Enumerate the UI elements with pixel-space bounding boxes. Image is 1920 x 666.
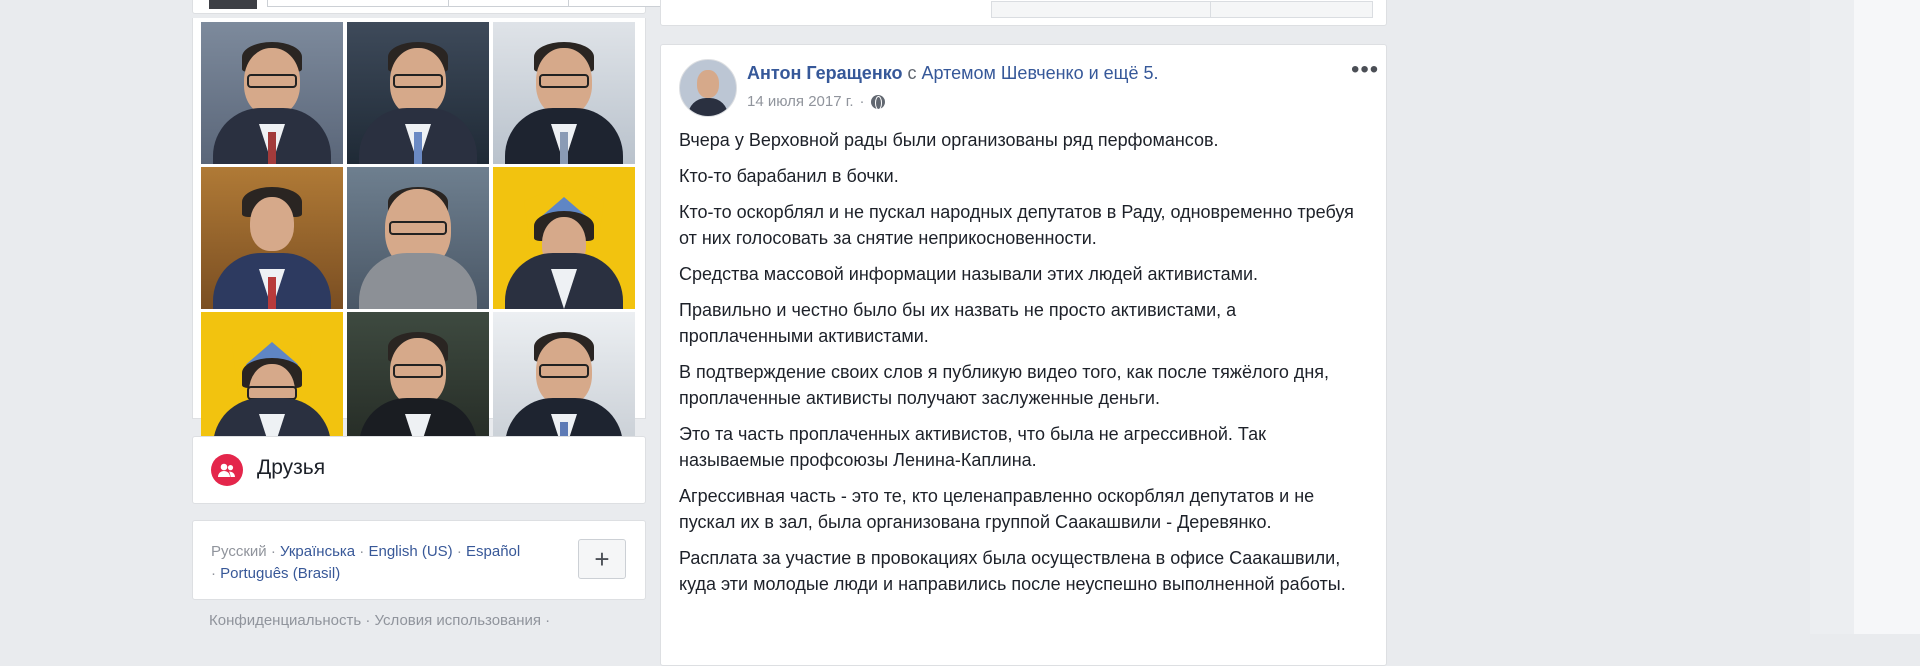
right-gutter [1810, 0, 1920, 634]
top-thumbnail [209, 0, 257, 9]
language-card: Русский · Українська · English (US) · Es… [192, 520, 646, 600]
post-meta: 14 июля 2017 г. · [747, 93, 885, 110]
post-paragraph: Кто-то оскорблял и не пускал народных де… [679, 202, 1354, 248]
lang-link-ukrainian[interactable]: Українська [280, 543, 355, 560]
privacy-link[interactable]: Конфиденциальность [209, 612, 361, 629]
friends-card[interactable]: Друзья [192, 436, 646, 504]
photo-thumbnail[interactable] [493, 167, 635, 309]
photo-thumbnail[interactable] [493, 22, 635, 164]
avatar[interactable] [679, 59, 737, 117]
post-card: Антон Геращенко с Артемом Шевченко и ещё… [660, 44, 1387, 666]
photo-thumbnail[interactable] [347, 22, 489, 164]
language-list: Русский · Українська · English (US) · Es… [211, 543, 521, 582]
top-card-partial [192, 0, 841, 14]
tagged-friends-link[interactable]: Артемом Шевченко и ещё 5. [922, 63, 1159, 83]
lang-link-english[interactable]: English (US) [368, 543, 452, 560]
post-body: Вчера у Верховной рады были организованы… [679, 127, 1369, 607]
globe-icon [870, 94, 885, 110]
post-paragraph: Средства массовой информации называли эт… [679, 264, 1259, 284]
photos-card [192, 18, 646, 454]
lang-link-spanish[interactable]: Español [466, 543, 520, 560]
photo-thumbnail[interactable] [493, 312, 635, 454]
photo-thumbnail[interactable] [201, 312, 343, 454]
post-paragraph: Это та часть проплаченных активистов, чт… [679, 424, 1266, 470]
with-label: с [907, 63, 917, 83]
post-paragraph: Расплата за участие в провокациях была о… [679, 548, 1346, 594]
lang-current: Русский [211, 543, 267, 560]
composer-card-partial [660, 0, 1387, 26]
terms-link[interactable]: Условия использования [375, 612, 542, 629]
post-date[interactable]: 14 июля 2017 г. [747, 93, 854, 110]
post-paragraph: Кто-то барабанил в бочки. [679, 166, 899, 186]
post-header: Антон Геращенко с Артемом Шевченко и ещё… [747, 63, 1159, 84]
more-icon[interactable]: ••• [1351, 58, 1379, 82]
add-language-button[interactable]: + [578, 539, 626, 579]
photo-grid [201, 22, 635, 454]
footer-links: Конфиденциальность · Условия использован… [209, 612, 551, 629]
post-paragraph: В подтверждение своих слов я публикую ви… [679, 362, 1330, 408]
post-paragraph: Вчера у Верховной рады были организованы… [679, 130, 1219, 150]
friends-icon [211, 454, 243, 486]
photo-thumbnail[interactable] [201, 22, 343, 164]
friends-title[interactable]: Друзья [257, 456, 325, 480]
photo-thumbnail[interactable] [201, 167, 343, 309]
composer-buttons-partial[interactable] [991, 1, 1373, 18]
post-paragraph: Агрессивная часть - это те, кто целенапр… [679, 486, 1315, 532]
photo-thumbnail[interactable] [347, 167, 489, 309]
photo-thumbnail[interactable] [347, 312, 489, 454]
post-author-link[interactable]: Антон Геращенко [747, 63, 902, 83]
post-paragraph: Правильно и честно было бы их назвать не… [679, 300, 1237, 346]
lang-link-portuguese[interactable]: Português (Brasil) [220, 565, 340, 582]
